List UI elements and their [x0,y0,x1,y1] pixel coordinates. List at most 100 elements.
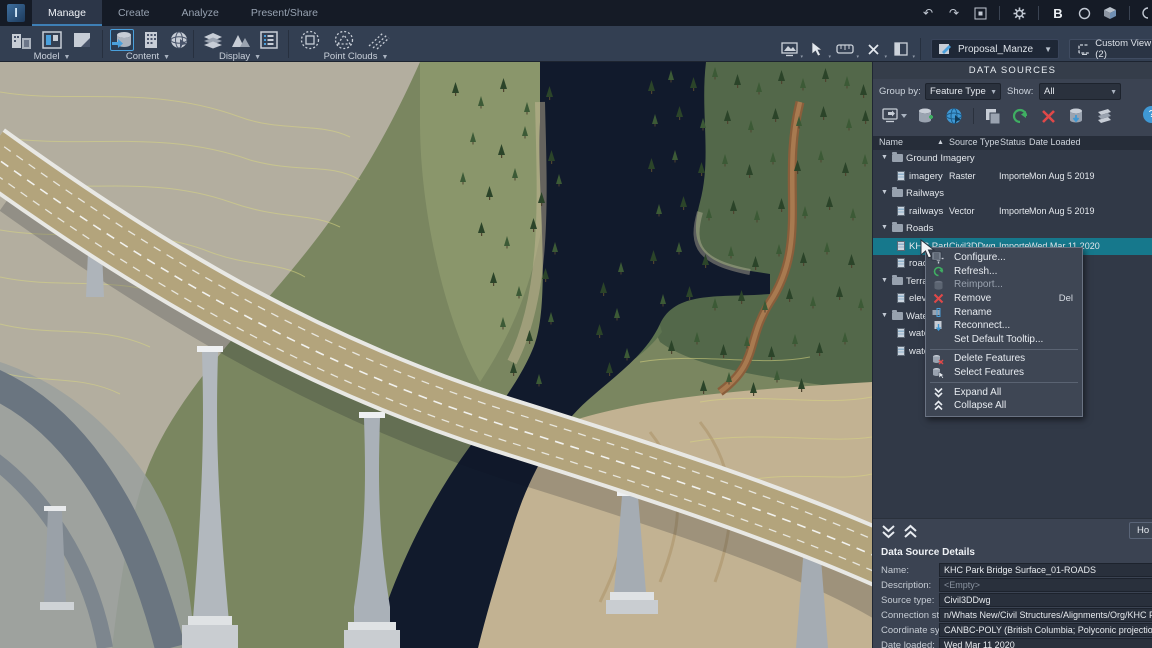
column-status[interactable]: Status [1000,137,1026,147]
undo-icon[interactable]: ↶ [921,6,935,20]
model-plan-icon[interactable] [70,29,94,51]
remove-icon[interactable] [1039,107,1058,126]
menu-item-select-features[interactable]: Select Features [926,366,1082,380]
display-terrain-icon[interactable] [230,29,252,51]
data-sources-icon[interactable] [110,29,134,51]
pointcloud-terrain-icon[interactable] [332,29,356,51]
model-cube-icon[interactable] [1103,6,1117,20]
detail-row-description: Description: <Empty> [873,578,1152,593]
redo-icon[interactable]: ↷ [947,6,961,20]
column-source-type[interactable]: Source Type [949,137,999,147]
pointcloud-linear-icon[interactable] [366,29,390,51]
tree-item-imagery[interactable]: imagery Raster Imported Mon Aug 5 2019 [873,168,1152,186]
ribbon: Model▼ Content▼ Display▼ Point Clouds▼ [0,26,1152,62]
tree-folder-roads[interactable]: ▼Roads [873,220,1152,238]
detail-row-source-type: Source type: Civil3DDwg [873,593,1152,608]
cursor-menu-badge [932,252,941,260]
copy-data-source-icon[interactable] [983,107,1002,126]
expand-all-icon[interactable] [881,524,897,540]
tree-folder-railways[interactable]: ▼Railways [873,185,1152,203]
menu-label: Configure... [954,252,1006,263]
data-source-icon [897,346,905,356]
add-database-icon[interactable] [917,107,936,126]
detail-value-coordinate-system[interactable]: CANBC-POLY (British Columbia; Polyconic … [939,623,1152,637]
proposal-caret-icon[interactable]: ▼ [1044,45,1052,54]
menu-item-remove[interactable]: Remove Del [926,292,1082,306]
show-select[interactable]: All▼ [1039,83,1121,100]
bim-b-icon[interactable]: B [1051,6,1065,20]
collapse-caret-icon[interactable]: ▼ [881,189,888,196]
group-by-select[interactable]: Feature Type▼ [925,83,1001,100]
model-dropdown-caret[interactable]: ▼ [63,54,70,61]
view-settings-icon[interactable] [780,40,798,58]
cell-source-type: Vector [949,206,998,216]
menu-label: Rename [954,307,992,318]
column-date-loaded[interactable]: Date Loaded [1029,137,1081,147]
display-dropdown-caret[interactable]: ▼ [254,54,261,61]
add-data-source-dropdown-icon[interactable] [881,107,908,126]
menu-item-delete-features[interactable]: Delete Features [926,352,1082,366]
data-table-icon[interactable] [1095,107,1114,126]
panel-tool-icon[interactable] [892,40,910,58]
clipped-edge-icon[interactable] [1142,6,1148,20]
content-web-icon[interactable] [168,29,190,51]
collapse-caret-icon[interactable]: ▼ [881,154,888,161]
detail-value-date-loaded[interactable]: Wed Mar 11 2020 [939,638,1152,648]
menu-item-configure[interactable]: Configure... [926,251,1082,265]
table-header[interactable]: Name ▲ Source Type Status Date Loaded [873,136,1152,150]
display-list-icon[interactable] [258,29,280,51]
expand-all-icon [932,386,944,398]
zoom-extents-icon[interactable] [973,6,987,20]
menu-item-expand-all[interactable]: Expand All [926,385,1082,399]
menu-item-rename[interactable]: Rename [926,305,1082,319]
detail-value-description[interactable]: <Empty> [939,578,1152,592]
point-clouds-dropdown-caret[interactable]: ▼ [381,54,388,61]
content-dropdown-caret[interactable]: ▼ [163,54,170,61]
collapse-caret-icon[interactable]: ▼ [881,312,888,319]
custom-view-label: Custom View (2) [1095,38,1152,60]
folder-icon [892,224,903,232]
collapse-all-icon[interactable] [903,524,919,540]
pointcloud-region-icon[interactable] [298,29,322,51]
tab-present-share[interactable]: Present/Share [235,0,334,26]
detail-value-connection-string[interactable]: n/Whats New/Civil Structures/Alignments/… [939,608,1152,622]
app-logo[interactable]: I [7,4,25,22]
measure-tool-icon[interactable] [836,40,854,58]
tree-folder-ground-imagery[interactable]: ▼ Ground Imagery [873,150,1152,168]
connect-web-icon[interactable] [945,107,964,126]
item-label: imagery [909,171,948,182]
collapse-caret-icon[interactable]: ▼ [881,224,888,231]
select-arrow-icon[interactable] [808,40,826,58]
refresh-icon[interactable] [1011,107,1030,126]
custom-view-button[interactable]: Custom View (2) [1069,39,1152,59]
delete-tool-icon[interactable] [864,40,882,58]
menu-label: Delete Features [954,353,1025,364]
detail-row-connection-string: Connection string: n/Whats New/Civil Str… [873,608,1152,623]
sync-status-icon[interactable] [1077,6,1091,20]
content-building-icon[interactable] [140,29,162,51]
clipped-edge-button[interactable]: Ho [1129,522,1152,539]
menu-item-refresh[interactable]: Refresh... [926,265,1082,279]
tree-item-railways[interactable]: railways Vector Imported Mon Aug 5 2019 [873,203,1152,221]
menu-item-reconnect[interactable]: Reconnect... [926,319,1082,333]
3d-viewport[interactable] [0,62,872,648]
settings-gear-icon[interactable] [1012,6,1026,20]
mouse-cursor [918,238,944,265]
detail-value-name[interactable]: KHC Park Bridge Surface_01-ROADS [939,563,1152,577]
detail-value-source-type[interactable]: Civil3DDwg [939,593,1152,607]
menu-item-set-default-tooltip[interactable]: Set Default Tooltip... [926,333,1082,347]
model-panels-icon[interactable] [40,29,64,51]
collapse-caret-icon[interactable]: ▼ [881,277,888,284]
tab-create[interactable]: Create [102,0,166,26]
menu-item-reimport[interactable]: Reimport... [926,278,1082,292]
folder-label: Ground Imagery [906,153,975,164]
menu-item-collapse-all[interactable]: Collapse All [926,399,1082,413]
menu-label: Refresh... [954,266,997,277]
column-name[interactable]: Name [879,137,903,147]
reimport-database-icon[interactable] [1067,107,1086,126]
tab-manage[interactable]: Manage [32,0,102,26]
display-layers-icon[interactable] [202,29,224,51]
tab-analyze[interactable]: Analyze [165,0,234,26]
proposal-selector[interactable]: Proposal_Manze ▼ [931,39,1059,59]
model-properties-icon[interactable] [10,29,34,51]
